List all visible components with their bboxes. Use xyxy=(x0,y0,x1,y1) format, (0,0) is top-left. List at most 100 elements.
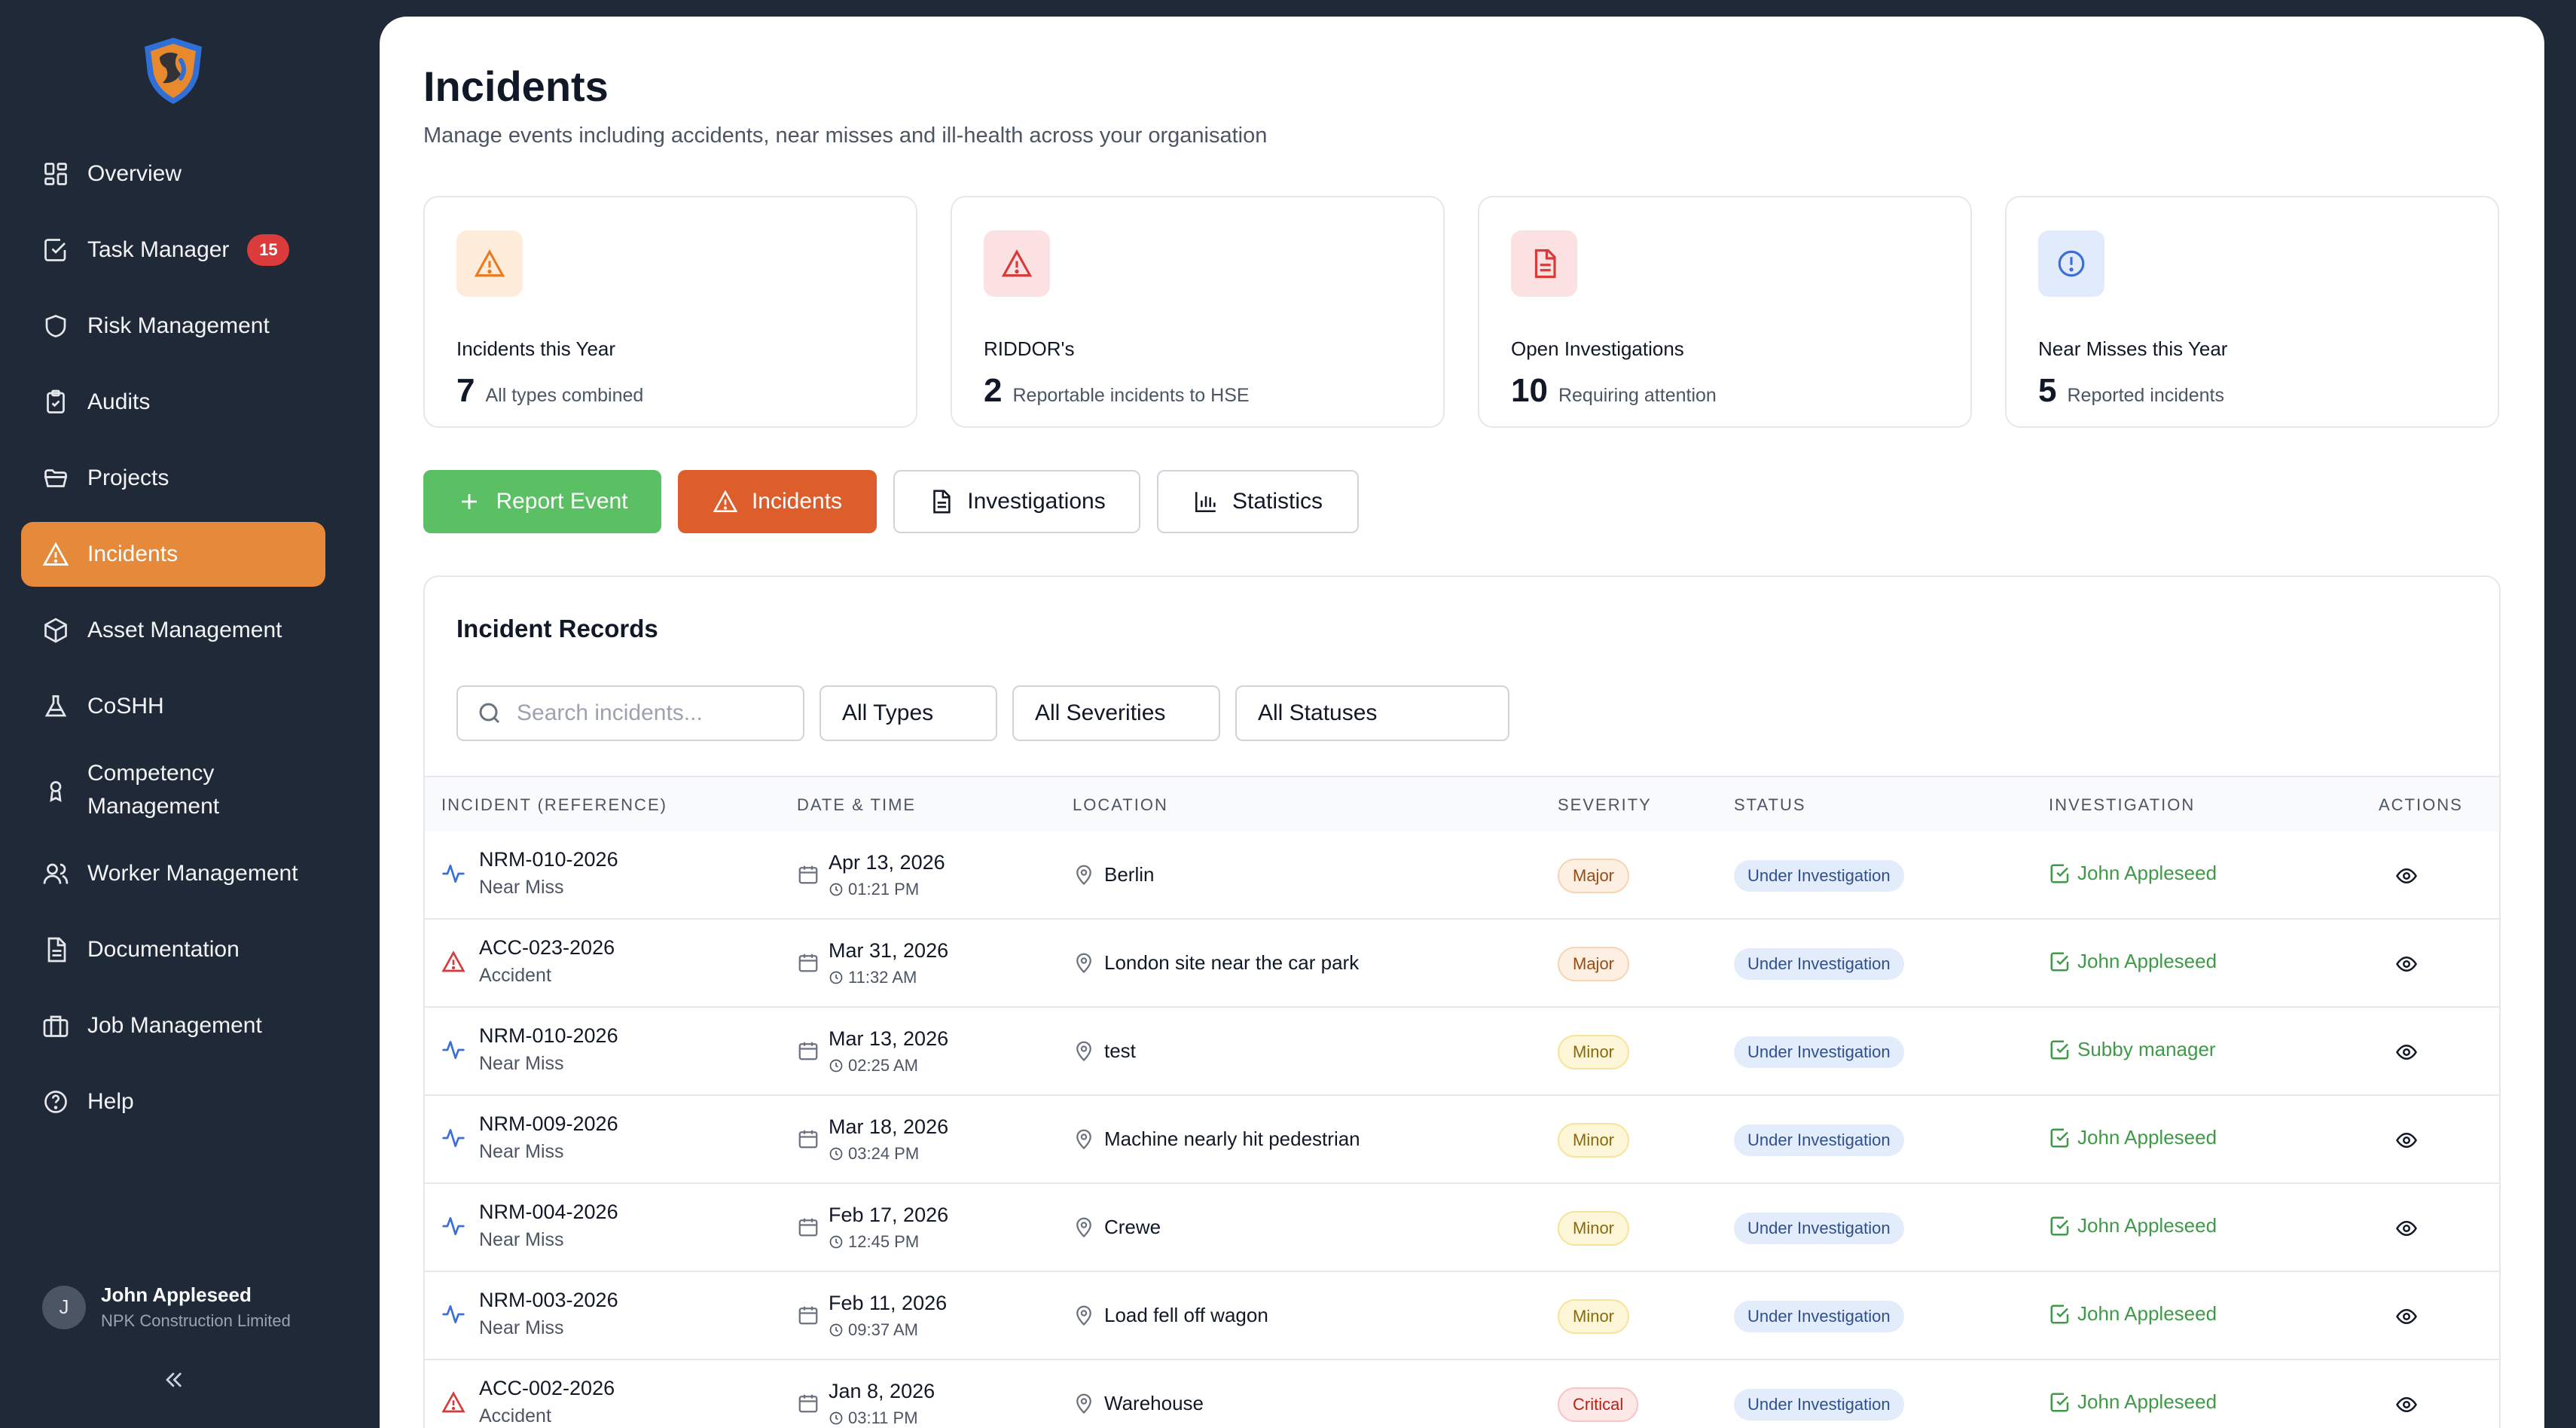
sidebar-item-worker-management[interactable]: Worker Management xyxy=(21,841,325,906)
incident-type: Near Miss xyxy=(479,1053,564,1074)
map-pin-icon xyxy=(1073,1304,1095,1326)
search-input[interactable] xyxy=(517,700,803,726)
type-filter-select[interactable]: All Types xyxy=(819,685,997,741)
incident-location: Berlin xyxy=(1104,863,1155,886)
records-title: Incident Records xyxy=(456,615,658,642)
sidebar-item-help[interactable]: Help xyxy=(21,1069,325,1134)
sidebar-item-asset-management[interactable]: Asset Management xyxy=(21,598,325,663)
table-row[interactable]: NRM-009-2026 Near Miss Mar 18, 2026 03:24 P… xyxy=(425,1096,2499,1184)
severity-badge: Minor xyxy=(1558,1299,1630,1334)
incident-date: Mar 31, 2026 xyxy=(829,939,949,962)
column-header-incident[interactable]: Incident (Reference) xyxy=(441,795,667,815)
investigator-link[interactable]: John Appleseed xyxy=(2049,1302,2217,1326)
incident-date: Feb 17, 2026 xyxy=(829,1204,949,1226)
task-count-badge: 15 xyxy=(247,234,290,266)
tab-incidents[interactable]: Incidents xyxy=(678,470,877,533)
sidebar-item-competency-management[interactable]: Competency Management xyxy=(21,750,325,830)
view-eye-icon[interactable] xyxy=(2395,1041,2418,1063)
stat-label: RIDDOR's xyxy=(984,337,1075,360)
sidebar-item-audits[interactable]: Audits xyxy=(21,370,325,435)
calendar-icon xyxy=(797,951,819,974)
table-row[interactable]: NRM-004-2026 Near Miss Feb 17, 2026 12:45 P… xyxy=(425,1184,2499,1272)
sidebar-item-task-manager[interactable]: Task Manager 15 xyxy=(21,218,325,282)
table-row[interactable]: NRM-010-2026 Near Miss Mar 13, 2026 02:25 A… xyxy=(425,1008,2499,1096)
sidebar-item-job-management[interactable]: Job Management xyxy=(21,993,325,1058)
app-logo[interactable] xyxy=(137,35,209,107)
sidebar-item-incidents[interactable]: Incidents xyxy=(21,522,325,587)
report-event-button[interactable]: Report Event xyxy=(423,470,661,533)
incident-time: 02:25 AM xyxy=(829,1056,918,1076)
investigator-link[interactable]: John Appleseed xyxy=(2049,862,2217,885)
status-filter-value: All Statuses xyxy=(1258,700,1378,725)
incident-reference: NRM-009-2026 xyxy=(479,1112,618,1135)
stat-label: Near Misses this Year xyxy=(2038,337,2228,360)
view-eye-icon[interactable] xyxy=(2395,1393,2418,1416)
sidebar-item-documentation[interactable]: Documentation xyxy=(21,917,325,982)
tab-incidents-label: Incidents xyxy=(751,489,843,514)
sidebar-item-label: Projects xyxy=(87,465,169,490)
view-eye-icon[interactable] xyxy=(2395,865,2418,887)
bar-chart-icon xyxy=(1195,492,1216,513)
column-header-datetime[interactable]: Date & Time xyxy=(797,795,916,815)
activity-icon xyxy=(441,1038,465,1062)
sidebar-item-label: Documentation xyxy=(87,937,240,962)
sidebar-item-label: Worker Management xyxy=(87,861,298,886)
checkbox-icon xyxy=(42,236,69,264)
clock-icon xyxy=(829,970,848,985)
page-subtitle: Manage events including accidents, near … xyxy=(423,124,1268,148)
grid-icon xyxy=(42,160,69,188)
incident-location: Machine nearly hit pedestrian xyxy=(1104,1127,1360,1150)
tab-investigations[interactable]: Investigations xyxy=(893,470,1140,533)
view-eye-icon[interactable] xyxy=(2395,953,2418,975)
calendar-icon xyxy=(797,863,819,886)
map-pin-icon xyxy=(1073,951,1095,974)
warning-icon xyxy=(42,541,69,568)
sidebar-item-coshh[interactable]: CoSHH xyxy=(21,674,325,739)
sidebar-item-overview[interactable]: Overview xyxy=(21,142,325,206)
checkbox-icon xyxy=(2049,1391,2077,1414)
clock-icon xyxy=(829,1146,848,1161)
severity-badge: Minor xyxy=(1558,1211,1630,1246)
view-eye-icon[interactable] xyxy=(2395,1217,2418,1240)
investigator-link[interactable]: Subby manager xyxy=(2049,1038,2216,1061)
clock-icon xyxy=(829,1058,848,1073)
user-profile[interactable]: J John Appleseed NPK Construction Limite… xyxy=(42,1283,291,1331)
flask-icon xyxy=(42,693,69,720)
collapse-sidebar-icon[interactable] xyxy=(161,1368,185,1392)
incident-date: Mar 13, 2026 xyxy=(829,1027,949,1050)
column-header-severity[interactable]: Severity xyxy=(1558,795,1652,815)
stats-cards: Incidents this Year 7 All types combined … xyxy=(423,196,2501,428)
table-row[interactable]: ACC-023-2026 Accident Mar 31, 2026 11:32 AM… xyxy=(425,920,2499,1008)
user-name: John Appleseed xyxy=(101,1283,252,1306)
incident-records-panel: Incident Records All Types All Severitie… xyxy=(423,575,2501,1428)
main-panel: Incidents Manage events including accide… xyxy=(380,17,2544,1428)
sidebar-item-projects[interactable]: Projects xyxy=(21,446,325,511)
column-header-location[interactable]: Location xyxy=(1073,795,1168,815)
investigator-link[interactable]: John Appleseed xyxy=(2049,950,2217,973)
activity-icon xyxy=(441,1214,465,1238)
table-row[interactable]: NRM-010-2026 Near Miss Apr 13, 2026 01:21 P… xyxy=(425,831,2499,920)
severity-badge: Major xyxy=(1558,947,1630,981)
sidebar-item-risk-management[interactable]: Risk Management xyxy=(21,294,325,359)
map-pin-icon xyxy=(1073,1127,1095,1150)
clock-icon xyxy=(829,882,848,897)
investigator-link[interactable]: John Appleseed xyxy=(2049,1390,2217,1414)
stat-note: Reported incidents xyxy=(2067,385,2224,406)
view-eye-icon[interactable] xyxy=(2395,1129,2418,1152)
column-header-status[interactable]: Status xyxy=(1734,795,1806,815)
sidebar-nav: Overview Task Manager 15 Risk Management… xyxy=(21,142,325,1146)
column-header-investigation[interactable]: Investigation xyxy=(2049,795,2195,815)
table-row[interactable]: ACC-002-2026 Accident Jan 8, 2026 03:11 PM W… xyxy=(425,1360,2499,1428)
investigator-link[interactable]: John Appleseed xyxy=(2049,1126,2217,1149)
tab-statistics[interactable]: Statistics xyxy=(1157,470,1359,533)
investigator-link[interactable]: John Appleseed xyxy=(2049,1214,2217,1237)
map-pin-icon xyxy=(1073,1216,1095,1238)
incident-type: Near Miss xyxy=(479,1317,564,1338)
status-badge: Under Investigation xyxy=(1734,1301,1904,1332)
severity-filter-select[interactable]: All Severities xyxy=(1012,685,1220,741)
table-row[interactable]: NRM-003-2026 Near Miss Feb 11, 2026 09:37 A… xyxy=(425,1272,2499,1360)
checkbox-icon xyxy=(2049,1303,2077,1326)
status-filter-select[interactable]: All Statuses xyxy=(1235,685,1509,741)
view-eye-icon[interactable] xyxy=(2395,1305,2418,1328)
sidebar-item-label: Overview xyxy=(87,161,182,186)
